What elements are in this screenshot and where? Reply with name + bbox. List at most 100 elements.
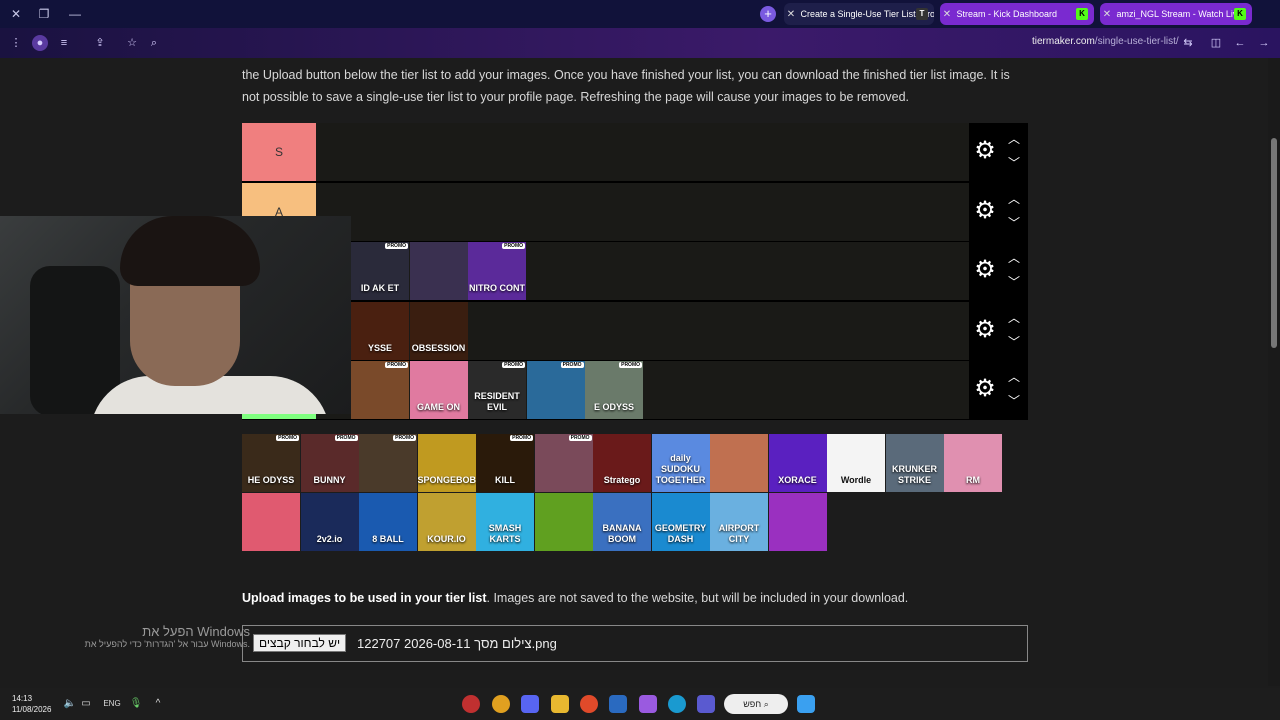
- tier-label[interactable]: S: [242, 123, 316, 181]
- tier-item-image[interactable]: YSSE: [351, 301, 409, 360]
- gear-icon[interactable]: ⚙: [973, 317, 997, 342]
- tier-item-image[interactable]: PROMO: [526, 361, 585, 419]
- promo-badge: PROMO: [393, 435, 416, 441]
- tier-item-image[interactable]: PROMO E ODYSS: [585, 361, 643, 419]
- chevron-up-icon[interactable]: ︿: [1007, 133, 1021, 145]
- pool-item-image[interactable]: SPONGEBOB: [417, 434, 476, 492]
- tab-tiermaker[interactable]: ✕ Create a Single-Use Tier List (Prompt)…: [784, 3, 934, 25]
- tab-close-icon[interactable]: ✕: [1100, 4, 1114, 25]
- reading-list-icon[interactable]: ≡: [56, 35, 72, 51]
- tier-item-image[interactable]: PROMO RESIDENT EVIL: [468, 361, 526, 419]
- minimize-window-icon[interactable]: —: [67, 6, 83, 22]
- discord-icon[interactable]: [521, 695, 539, 713]
- tab-search-icon[interactable]: ⇆: [1180, 35, 1196, 51]
- address-bar[interactable]: tiermaker.com/single-use-tier-list/: [1032, 36, 1179, 47]
- tier-item-image[interactable]: OBSESSION: [409, 301, 468, 360]
- chevron-down-icon[interactable]: ﹀: [1007, 336, 1021, 348]
- chevron-up-icon[interactable]: ︿: [1007, 193, 1021, 205]
- pool-item-image[interactable]: daily SUDOKU TOGETHER: [651, 434, 710, 492]
- pool-item-image[interactable]: PROMO: [534, 434, 593, 492]
- teams-icon[interactable]: [697, 695, 715, 713]
- chevron-up-icon[interactable]: ︿: [1007, 312, 1021, 324]
- volume-icon[interactable]: 🔈: [62, 696, 78, 712]
- copilot-icon[interactable]: [639, 695, 657, 713]
- pool-item-image[interactable]: 8 BALL: [359, 493, 417, 551]
- pool-item-image[interactable]: RM: [944, 434, 1002, 492]
- sidebar-icon[interactable]: ◫: [1208, 35, 1224, 51]
- pool-item-image[interactable]: SMASH KARTS: [476, 493, 534, 551]
- choose-files-button[interactable]: יש לבחור קבצים: [253, 634, 347, 652]
- tier-item-image[interactable]: PROMO: [351, 361, 409, 419]
- tab-kick-dashboard[interactable]: ✕ Stream - Kick Dashboard K: [940, 3, 1094, 25]
- pool-item-image[interactable]: [768, 493, 827, 551]
- app-icon[interactable]: [462, 695, 480, 713]
- search-icon[interactable]: ⌕: [146, 35, 162, 51]
- file-explorer-icon[interactable]: [551, 695, 569, 713]
- forward-icon[interactable]: →: [1256, 35, 1272, 51]
- promo-badge: PROMO: [510, 435, 533, 441]
- gear-icon[interactable]: ⚙: [973, 377, 997, 401]
- pool-item-image[interactable]: KOUR.IO: [417, 493, 476, 551]
- edge-icon[interactable]: [668, 695, 686, 713]
- pool-item-image[interactable]: BANANA BOOM: [593, 493, 651, 551]
- pool-item-image[interactable]: Stratego: [593, 434, 651, 492]
- pool-item-caption: HE ODYSS: [247, 475, 295, 485]
- close-window-icon[interactable]: ✕: [8, 6, 24, 22]
- pool-item-image[interactable]: XORACE: [768, 434, 827, 492]
- menu-icon[interactable]: ⋮: [8, 35, 24, 51]
- tier-row: A ⚙ ︿ ﹀: [242, 182, 1028, 241]
- pool-item-image[interactable]: GEOMETRY DASH: [651, 493, 710, 551]
- pool-item-image[interactable]: [242, 493, 300, 551]
- page-scrollbar[interactable]: [1268, 58, 1280, 686]
- pool-item-image[interactable]: Wordle: [827, 434, 885, 492]
- tier-item-image[interactable]: GAME ON: [409, 361, 468, 419]
- tier-controls: ⚙ ︿ ﹀: [969, 242, 1028, 300]
- tray-chevron-icon[interactable]: ^: [150, 696, 166, 712]
- tier-item-caption: ID AK ET: [360, 283, 400, 293]
- clock-date: 11/08/2026: [12, 705, 52, 714]
- back-icon[interactable]: ←: [1232, 35, 1248, 51]
- pool-item-image[interactable]: PROMO: [359, 434, 417, 492]
- pool-item-image[interactable]: PROMO KILL: [476, 434, 534, 492]
- language-indicator[interactable]: ENG: [100, 696, 124, 712]
- gear-icon[interactable]: ⚙: [973, 258, 997, 282]
- chevron-down-icon[interactable]: ﹀: [1007, 276, 1021, 288]
- clock[interactable]: 14:13 11/08/2026: [12, 693, 51, 715]
- chevron-down-icon[interactable]: ﹀: [1007, 395, 1021, 407]
- microphone-icon[interactable]: 🎙: [128, 696, 144, 712]
- pool-item-image[interactable]: [710, 434, 768, 492]
- tier-row: PROMO ID AK ET PROMO NITRO CONT ⚙ ︿ ﹀: [242, 242, 1028, 300]
- scrollbar-thumb[interactable]: [1271, 138, 1277, 348]
- pool-item-image[interactable]: 2v2.io: [300, 493, 359, 551]
- tier-item-image[interactable]: [409, 242, 468, 300]
- restore-window-icon[interactable]: ❐: [36, 6, 52, 22]
- windows-start-icon[interactable]: [797, 695, 815, 713]
- gear-icon[interactable]: ⚙: [973, 198, 997, 223]
- app-icon[interactable]: [580, 695, 598, 713]
- chevron-up-icon[interactable]: ︿: [1007, 371, 1021, 383]
- promo-badge: PROMO: [502, 243, 525, 249]
- share-icon[interactable]: ⇪: [92, 35, 108, 51]
- chevron-down-icon[interactable]: ﹀: [1007, 217, 1021, 229]
- tab-kick-stream[interactable]: ✕ amzi_NGL Stream - Watch Live K: [1100, 3, 1252, 25]
- tier-item-image[interactable]: PROMO ID AK ET: [351, 242, 409, 300]
- upload-instructions-bold: Upload images to be used in your tier li…: [242, 591, 487, 605]
- pool-item-image[interactable]: KRUNKER STRIKE: [885, 434, 944, 492]
- pool-item-image[interactable]: [534, 493, 593, 551]
- app-icon[interactable]: [609, 695, 627, 713]
- taskbar-search[interactable]: חפש ⌕: [724, 694, 788, 714]
- bookmark-star-icon[interactable]: ☆: [124, 35, 140, 51]
- chevron-up-icon[interactable]: ︿: [1007, 252, 1021, 264]
- new-tab-button[interactable]: +: [760, 6, 776, 22]
- network-icon[interactable]: ▭: [78, 696, 94, 712]
- pool-item-image[interactable]: PROMO HE ODYSS: [242, 434, 300, 492]
- chevron-down-icon[interactable]: ﹀: [1007, 157, 1021, 169]
- gear-icon[interactable]: ⚙: [973, 139, 997, 163]
- profile-icon[interactable]: ●: [32, 35, 48, 51]
- pool-item-image[interactable]: PROMO BUNNY: [300, 434, 359, 492]
- chrome-icon[interactable]: [492, 695, 510, 713]
- tab-close-icon[interactable]: ✕: [784, 4, 798, 25]
- tab-close-icon[interactable]: ✕: [940, 4, 954, 25]
- tier-item-image[interactable]: PROMO NITRO CONT: [468, 242, 526, 300]
- pool-item-image[interactable]: AIRPORT CITY: [710, 493, 768, 551]
